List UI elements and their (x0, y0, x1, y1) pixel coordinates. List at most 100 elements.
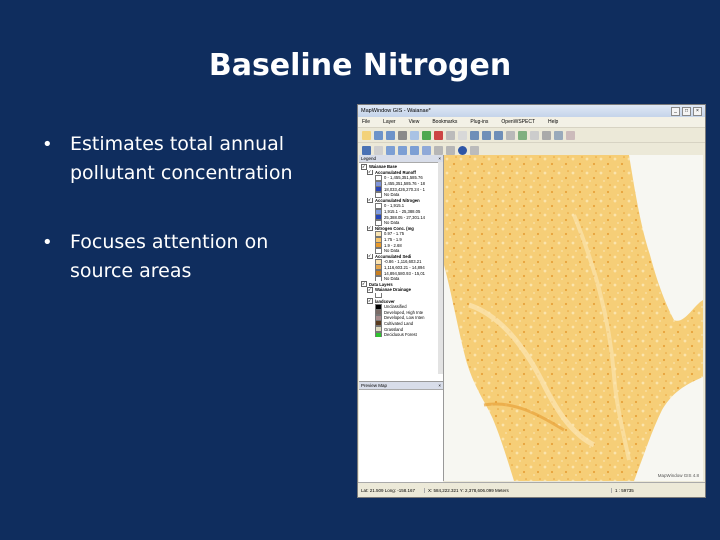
refresh-icon[interactable] (566, 130, 575, 140)
legend-class-item[interactable]: Deciduous Forest (361, 331, 437, 338)
menu-view[interactable]: View (409, 119, 420, 125)
menu-bookmarks[interactable]: Bookmarks (432, 119, 457, 125)
legend-label: Grassland (384, 326, 404, 332)
bullet-text: Estimates total annual pollutant concent… (70, 130, 293, 188)
legend-label: 1,915.1 - 25,388.05 (384, 209, 421, 215)
settings-icon[interactable] (410, 130, 419, 140)
measure-icon[interactable] (506, 130, 515, 140)
minimize-button[interactable]: _ (671, 106, 680, 116)
menu-help[interactable]: Help (548, 119, 558, 125)
legend-label: No Data (384, 248, 400, 254)
table-icon[interactable] (518, 130, 527, 140)
filter-icon[interactable] (542, 130, 551, 140)
window-titlebar[interactable]: MapWindow GIS - Waianae* _ □ × (358, 105, 705, 117)
legend-label: Data Layers (369, 281, 393, 287)
layer-visibility-checkbox[interactable]: ✓ (367, 225, 373, 232)
legend-label: 0 - 1,915.1 (384, 203, 405, 209)
pan-icon[interactable] (470, 130, 479, 140)
preview-panel-title: Preview Map (361, 383, 388, 388)
clear-layers-icon[interactable] (446, 130, 455, 140)
menu-plugins[interactable]: Plug-ins (470, 119, 488, 125)
close-button[interactable]: × (693, 106, 702, 116)
zoom-previous-icon[interactable] (398, 145, 407, 155)
zoom-in-icon[interactable] (482, 130, 491, 140)
toolbar-main (358, 127, 705, 142)
bullet-line: source areas (70, 260, 192, 282)
legend-label: No Data (384, 276, 400, 282)
bookmark-icon[interactable] (470, 145, 479, 155)
legend-label: Developed, Low Inten (384, 315, 425, 321)
select-icon[interactable] (530, 130, 539, 140)
menu-file[interactable]: File (362, 119, 370, 125)
bullet-list: • Estimates total annual pollutant conce… (42, 130, 342, 326)
map-canvas[interactable]: MapWindow GIS 4.8 (444, 155, 703, 481)
legend-scrollbar[interactable] (438, 162, 443, 374)
legend-label: Accumulated Nitrogen (375, 197, 420, 203)
legend-panel-title: Legend (361, 156, 377, 161)
bullet-dot-icon: • (42, 232, 53, 253)
legend-label: Waianae Base (369, 164, 398, 170)
save-icon[interactable] (386, 130, 395, 140)
identify-icon[interactable] (434, 145, 443, 155)
remove-layer-icon[interactable] (434, 130, 443, 140)
legend-swatch (375, 331, 382, 338)
print-icon[interactable] (398, 130, 407, 140)
legend-label: 14,894,580.93 - 15,01 (384, 270, 425, 276)
legend-label: Waianae Drainage (375, 287, 411, 293)
bullet-line: Estimates total annual (70, 133, 285, 155)
layer-visibility-checkbox[interactable]: ✓ (367, 298, 373, 304)
menu-layer[interactable]: Layer (383, 119, 396, 125)
hand-icon[interactable] (374, 145, 383, 155)
zoom-layer-icon[interactable] (422, 145, 431, 155)
legend-swatch (375, 292, 382, 299)
legend-label: Accumulated Runoff (375, 169, 416, 175)
menu-openwspect[interactable]: OpenWSPECT (501, 119, 535, 125)
info-icon[interactable] (458, 145, 467, 155)
panel-close-icon[interactable]: × (438, 382, 441, 389)
legend-label: Accumulated Sedi (375, 253, 412, 259)
bullet-dot-icon: • (42, 134, 53, 155)
layer-visibility-checkbox[interactable]: ✓ (367, 197, 373, 204)
bullet-line: pollutant concentration (70, 162, 293, 184)
panel-close-icon[interactable]: × (438, 155, 441, 162)
layer-visibility-checkbox[interactable]: ✓ (367, 253, 373, 260)
legend-label: 0.97 - 1.75 (384, 231, 405, 237)
layer-visibility-checkbox[interactable]: ✓ (367, 169, 373, 176)
layer-visibility-checkbox[interactable]: ✓ (367, 287, 373, 293)
legend-label: Cultivated Land (384, 320, 414, 326)
legend-label: landcover (375, 298, 395, 304)
status-scale: 1 : 59735 (615, 487, 634, 493)
legend-label: 25,388.05 - 27,301.14 (384, 214, 425, 220)
layer-properties-icon[interactable] (458, 130, 467, 140)
pointer-icon[interactable] (362, 145, 371, 155)
legend-label: Nitrogen Conc. (mg (375, 225, 414, 231)
select-feature-icon[interactable] (446, 145, 455, 155)
legend-label: 0 - 1,455,351,585.76 (384, 175, 423, 181)
legend-list: ✓ Waianae Base ✓ Accumulated Runoff 0 - 1,45… (359, 163, 443, 338)
status-latlong: Lat: 21.509 Long: -158.167 (358, 487, 425, 493)
legend-label: 1.9 - 2.68 (384, 242, 402, 248)
map-graphic (444, 155, 703, 481)
map-watermark: MapWindow GIS 4.8 (657, 473, 699, 478)
open-icon[interactable] (374, 130, 383, 140)
bullet-text: Focuses attention on source areas (70, 228, 268, 286)
bullet-item: • Estimates total annual pollutant conce… (42, 130, 342, 188)
zoom-out-icon[interactable] (494, 130, 503, 140)
legend-swatch (375, 219, 382, 226)
maximize-button[interactable]: □ (682, 106, 691, 116)
slide-title: Baseline Nitrogen (208, 48, 512, 83)
legend-label: -0.86 - 1,116,603.21 (384, 259, 422, 265)
window-title: MapWindow GIS - Waianae* (361, 108, 431, 114)
zoom-extent-icon[interactable] (386, 145, 395, 155)
legend-label: 1.75 - 1.9 (384, 237, 402, 243)
left-pane: Legend × ✓ Waianae Base ✓ Accumulated Runof… (359, 155, 444, 482)
add-layer-icon[interactable] (422, 130, 431, 140)
legend-swatch (375, 275, 382, 282)
zoom-next-icon[interactable] (410, 145, 419, 155)
legend-label: Developed, High Inte (384, 309, 424, 315)
bullet-item: • Focuses attention on source areas (42, 228, 342, 286)
new-project-icon[interactable] (362, 130, 371, 140)
label-icon[interactable] (554, 130, 563, 140)
legend-panel-header: Legend × (359, 155, 443, 163)
legend-label: 18,033,426,270.24 - 1 (384, 186, 425, 192)
